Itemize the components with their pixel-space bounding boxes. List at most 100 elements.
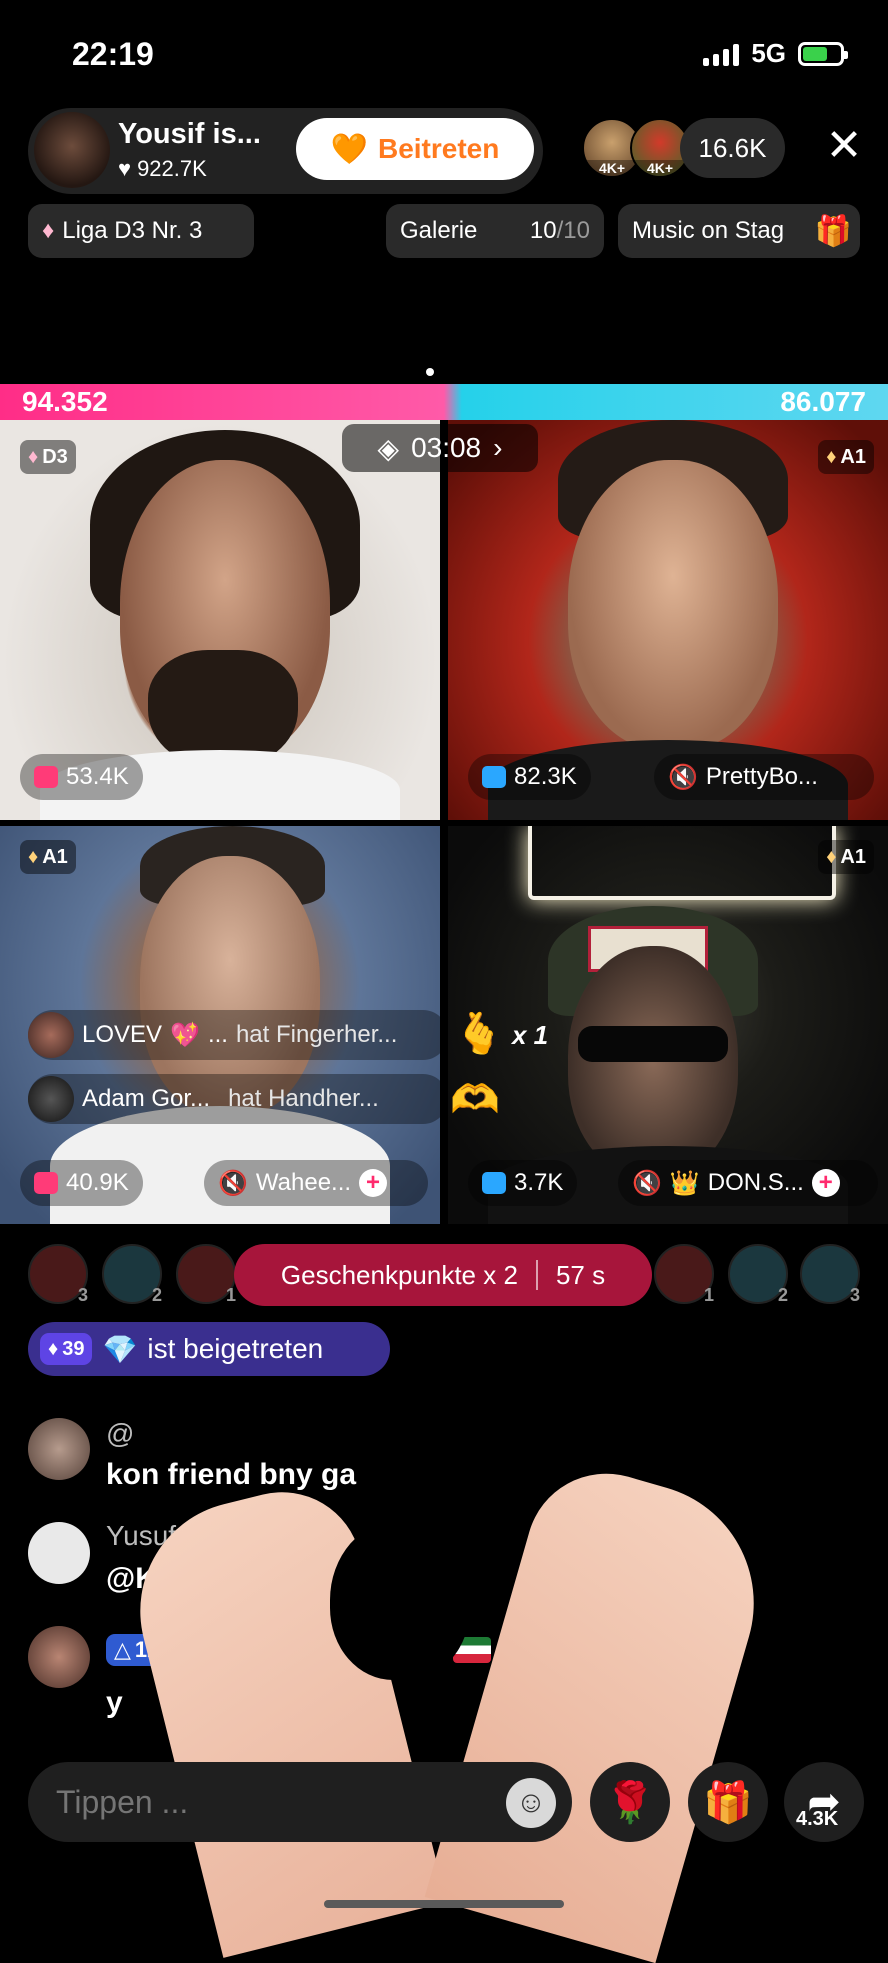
tier-badge: ♦ A1 [818, 840, 874, 874]
network-label: 5G [751, 38, 786, 68]
chat-username[interactable]: @ [106, 1418, 134, 1450]
music-chip[interactable]: Music on Stag 🎁 [618, 204, 860, 258]
gift-box-icon [34, 766, 58, 788]
top-viewers[interactable]: 4K+ 4K+ [582, 118, 690, 178]
signal-icon [703, 42, 740, 66]
heart-gesture-gap [330, 1520, 470, 1680]
tile-name-pill[interactable]: 🔇 👑 DON.S... + [618, 1160, 878, 1206]
crown-icon: ♦ [28, 845, 39, 868]
gift-ellipsis: ... [207, 1021, 228, 1048]
rank-avatar[interactable]: 1 [654, 1244, 714, 1305]
tile-stat: 53.4K [20, 754, 143, 800]
joined-banner: ♦ 39 💎 ist beigetreten [28, 1322, 390, 1376]
battle-tile-2[interactable]: ♦ A1 82.3K 🔇 PrettyBo... [448, 420, 888, 820]
rank-avatar[interactable]: 3 [28, 1244, 88, 1305]
viewer-count[interactable]: 16.6K [680, 118, 785, 178]
rank-number: 2 [777, 1285, 788, 1305]
chat-avatar-placeholder[interactable] [28, 1522, 90, 1584]
host-name[interactable]: Yousif is... [118, 118, 261, 151]
tier-badge: ♦ D3 [20, 440, 76, 474]
rank-number: 1 [703, 1285, 714, 1305]
points-time: 57 s [555, 1259, 606, 1290]
diamond-timer-icon: ◈ [377, 432, 400, 464]
finger-heart-icon: 🫰 [454, 1012, 504, 1056]
status-indicators: 5G [703, 38, 848, 69]
diamond-icon: ♦ [48, 1337, 59, 1360]
host-likes: ♥ 922.7K [118, 156, 207, 182]
gift-user: LOVEV [82, 1021, 163, 1048]
viewer-badge-2: 4K+ [632, 160, 688, 176]
tier-label: D3 [42, 445, 68, 468]
tile-stat-value: 3.7K [514, 1169, 564, 1196]
diamond-emoji-icon: 💎 [102, 1333, 138, 1365]
joined-text: ist beigetreten [147, 1333, 324, 1364]
muted-icon: 🔇 [218, 1169, 248, 1197]
divider [535, 1260, 538, 1290]
league-chip[interactable]: ♦ Liga D3 Nr. 3 [28, 204, 254, 258]
chat-avatar[interactable] [28, 1626, 90, 1688]
tile-stat-value: 53.4K [66, 763, 129, 790]
person-face [568, 460, 778, 750]
triangle-icon: △ [114, 1637, 131, 1662]
host-likes-count: 922.7K [137, 156, 207, 181]
battle-tile-1[interactable]: ♦ D3 53.4K [0, 420, 440, 820]
comment-input[interactable] [28, 1762, 572, 1842]
home-indicator[interactable] [324, 1900, 564, 1908]
gallery-chip[interactable]: Galerie 10/10 [386, 204, 604, 258]
tile-name-pill[interactable]: 🔇 Wahee... + [204, 1160, 428, 1206]
rank-number: 3 [849, 1285, 860, 1305]
gallery-label: Galerie [400, 217, 478, 244]
rank-avatar[interactable]: 1 [176, 1244, 236, 1305]
heart-hand-right [424, 1454, 783, 1963]
heart-icon: ♥ [118, 156, 132, 181]
close-button[interactable]: ✕ [822, 124, 866, 170]
tile-username: PrettyBo... [705, 763, 818, 790]
league-label: Liga D3 Nr. 3 [62, 217, 203, 244]
tile-stat-value: 82.3K [514, 763, 577, 790]
muted-icon: 🔇 [668, 763, 698, 791]
tile-name-pill[interactable]: 🔇 PrettyBo... [654, 754, 874, 800]
status-time: 22:19 [72, 36, 154, 72]
gift-action: hat Fingerher... [235, 1021, 398, 1048]
follow-plus-button[interactable]: + [359, 1169, 388, 1197]
gallery-progress: 10/10 [530, 217, 590, 245]
tier-badge: ♦ A1 [818, 440, 874, 474]
gift-box-icon [482, 1172, 506, 1194]
gift-icon: 🎁 [703, 1780, 753, 1825]
join-label: Beitreten [377, 133, 500, 164]
join-button[interactable]: 🧡 Beitreten [296, 118, 534, 180]
rank-avatar[interactable]: 3 [800, 1244, 860, 1305]
battle-timer[interactable]: ◈ 03:08 › [342, 424, 538, 472]
gift-notification: Adam Gor... hat Handher... [28, 1074, 448, 1124]
host-avatar[interactable] [34, 112, 110, 188]
join-heart-icon: 🧡 [330, 132, 368, 166]
chat-avatar[interactable] [28, 1418, 90, 1480]
emoji-icon[interactable]: ☺ [506, 1778, 556, 1828]
gift-notification: LOVEV 💖 ... hat Fingerher... [28, 1010, 448, 1060]
tile-username: Wahee... [255, 1169, 352, 1196]
tier-label: A1 [42, 845, 68, 868]
gift-box-icon [482, 766, 506, 788]
gift-button[interactable]: 🎁 [688, 1762, 768, 1842]
tile-stat: 3.7K [468, 1160, 578, 1206]
tile-stat: 82.3K [468, 754, 591, 800]
tile-username: DON.S... [707, 1169, 804, 1196]
rose-icon: 🌹 [605, 1780, 655, 1825]
gift-user-avatar [28, 1076, 74, 1122]
score-left: 94.352 [22, 386, 108, 417]
gift-user-avatar [28, 1012, 74, 1058]
diamond-icon: ♦ [28, 445, 39, 468]
rank-number: 3 [77, 1285, 88, 1305]
tier-badge: ♦ A1 [20, 840, 76, 874]
battle-indicator-dot [426, 368, 434, 376]
chat-message: kon friend bny ga [106, 1458, 357, 1491]
chat-message: y [106, 1686, 123, 1719]
music-label: Music on Stag [632, 217, 785, 244]
follow-plus-button[interactable]: + [811, 1169, 840, 1197]
rank-avatar[interactable]: 2 [728, 1244, 788, 1305]
gallery-current: 10 [529, 217, 557, 244]
crown-emoji-icon: 👑 [669, 1169, 700, 1197]
neon-sign [528, 826, 836, 900]
rose-gift-button[interactable]: 🌹 [590, 1762, 670, 1842]
rank-avatar[interactable]: 2 [102, 1244, 162, 1305]
